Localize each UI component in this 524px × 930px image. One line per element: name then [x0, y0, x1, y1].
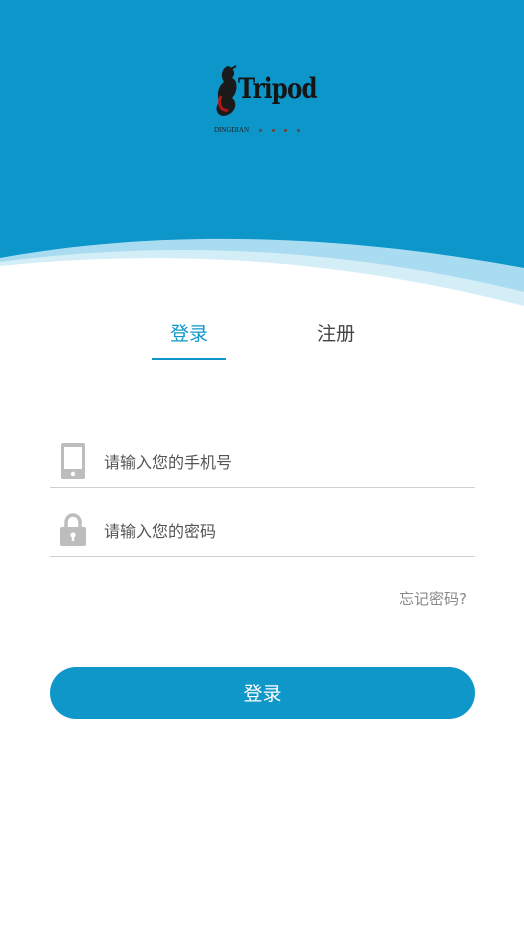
active-tab-indicator	[152, 358, 226, 360]
logo-dot	[271, 128, 275, 132]
forgot-password-link[interactable]: 忘记密码?	[399, 588, 467, 609]
header-wave-background	[0, 0, 524, 310]
login-button[interactable]: 登录	[50, 667, 475, 719]
logo-dot	[284, 128, 288, 132]
tab-login[interactable]: 登录	[129, 316, 249, 360]
password-input[interactable]	[102, 512, 466, 550]
phone-icon	[61, 443, 85, 479]
logo-dot	[258, 128, 262, 132]
tab-register[interactable]: 注册	[276, 316, 396, 360]
logo-subtext: DINGDIAN	[214, 126, 300, 134]
header-banner: Tripod DINGDIAN	[0, 0, 524, 310]
logo-wordmark: Tripod	[238, 72, 318, 105]
phone-input[interactable]	[102, 443, 466, 481]
tripod-logo: Tripod DINGDIAN	[212, 60, 318, 150]
lock-icon	[60, 513, 86, 546]
phone-field	[50, 431, 475, 488]
logo-dot	[297, 128, 300, 132]
logo-subtext-label: DINGDIAN	[214, 126, 249, 134]
password-field	[50, 500, 475, 557]
auth-tabs: 登录 注册	[0, 316, 524, 366]
